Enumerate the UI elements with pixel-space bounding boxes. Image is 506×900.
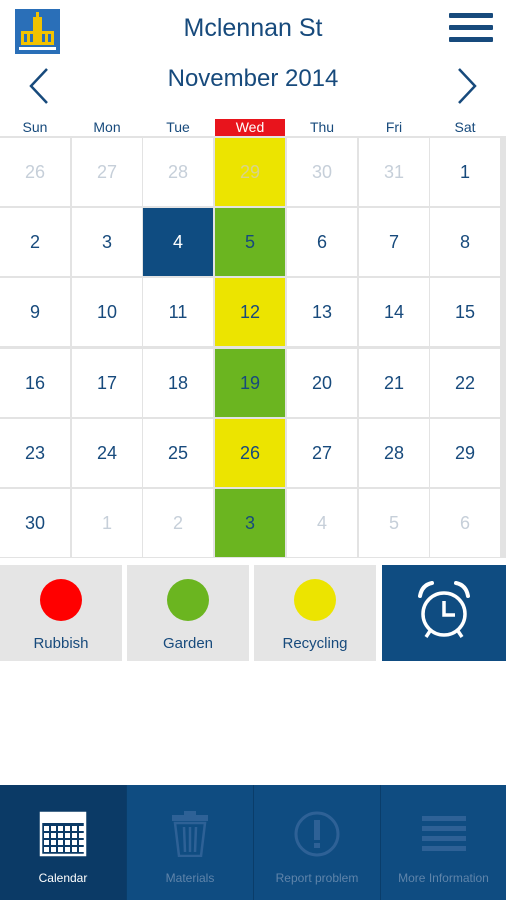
calendar-day-cell[interactable]: 31: [359, 138, 429, 206]
calendar-day-cell[interactable]: 28: [359, 419, 429, 487]
calendar-day-cell[interactable]: 30: [0, 489, 70, 557]
calendar-day-cell[interactable]: 22: [430, 349, 500, 417]
calendar-day-cell[interactable]: 20: [287, 349, 357, 417]
calendar-day-cell[interactable]: 26: [0, 138, 70, 206]
street-name: Mclennan St: [183, 14, 323, 42]
weekday-label-fri: Fri: [385, 119, 403, 135]
header-bar: Mclennan St: [0, 0, 506, 62]
weekday-label-sun: Sun: [22, 119, 48, 135]
calendar-icon: [39, 811, 87, 857]
calendar-day-cell[interactable]: 4: [143, 208, 213, 276]
garden-color-dot-icon: [167, 579, 209, 621]
legend-label: Rubbish: [33, 635, 89, 652]
month-navigator: November 2014: [0, 62, 506, 114]
bottom-tab-bar: Calendar Materials Report problem More Info…: [0, 785, 506, 900]
calendar-day-cell[interactable]: 2: [143, 489, 213, 557]
calendar-day-cell[interactable]: 16: [0, 349, 70, 417]
tab-report-problem[interactable]: Report problem: [254, 785, 381, 900]
tab-calendar[interactable]: Calendar: [0, 785, 127, 900]
calendar-day-cell[interactable]: 7: [359, 208, 429, 276]
calendar-day-cell[interactable]: 15: [430, 278, 500, 346]
tab-more-information[interactable]: More Information: [381, 785, 506, 900]
collection-legend: Rubbish Garden Recycling: [0, 565, 506, 661]
calendar-day-cell[interactable]: 6: [430, 489, 500, 557]
calendar-day-cell[interactable]: 24: [72, 419, 142, 487]
tab-label: Materials: [165, 871, 215, 885]
tab-label: Calendar: [38, 871, 88, 885]
calendar-day-cell[interactable]: 1: [72, 489, 142, 557]
rubbish-color-dot-icon: [40, 579, 82, 621]
list-icon: [420, 811, 468, 857]
calendar-day-cell[interactable]: 1: [430, 138, 500, 206]
calendar-day-cell[interactable]: 13: [287, 278, 357, 346]
legend-garden[interactable]: Garden: [127, 565, 249, 661]
month-title: November 2014: [167, 65, 339, 92]
calendar-day-cell[interactable]: 25: [143, 419, 213, 487]
calendar-day-cell[interactable]: 4: [287, 489, 357, 557]
calendar-day-cell[interactable]: 5: [359, 489, 429, 557]
calendar-day-cell[interactable]: 27: [72, 138, 142, 206]
calendar-day-cell[interactable]: 11: [143, 278, 213, 346]
calendar-day-cell[interactable]: 23: [0, 419, 70, 487]
reminder-alarm-button[interactable]: [382, 565, 506, 661]
calendar-day-cell[interactable]: 5: [215, 208, 285, 276]
calendar-day-cell[interactable]: 8: [430, 208, 500, 276]
calendar-day-cell[interactable]: 6: [287, 208, 357, 276]
legend-label: Recycling: [282, 635, 348, 652]
calendar-grid: 26 27 28 29 30 31 1 2 3 4 5 6 7 8 9 10 11 12 13 14 15 16 17 18 1…: [0, 136, 506, 558]
calendar-day-cell[interactable]: 14: [359, 278, 429, 346]
weekday-label-mon: Mon: [93, 119, 121, 135]
calendar-day-cell[interactable]: 2: [0, 208, 70, 276]
tab-label: More Information: [398, 871, 489, 885]
weekday-label-tue: Tue: [166, 119, 190, 135]
recycling-color-dot-icon: [294, 579, 336, 621]
calendar-day-cell[interactable]: 19: [215, 349, 285, 417]
calendar-day-cell[interactable]: 12: [215, 278, 285, 346]
legend-recycling[interactable]: Recycling: [254, 565, 376, 661]
calendar-day-cell[interactable]: 3: [72, 208, 142, 276]
calendar-day-cell[interactable]: 26: [215, 419, 285, 487]
weekday-label-wed: Wed: [215, 119, 285, 136]
calendar-day-cell[interactable]: 10: [72, 278, 142, 346]
calendar-day-cell[interactable]: 30: [287, 138, 357, 206]
tab-materials[interactable]: Materials: [127, 785, 254, 900]
alarm-clock-icon: [418, 581, 470, 638]
calendar-day-cell[interactable]: 28: [143, 138, 213, 206]
calendar-day-cell[interactable]: 18: [143, 349, 213, 417]
legend-rubbish[interactable]: Rubbish: [0, 565, 122, 661]
legend-label: Garden: [162, 635, 214, 652]
calendar-day-cell[interactable]: 27: [287, 419, 357, 487]
next-month-icon[interactable]: [454, 66, 480, 106]
calendar-day-cell[interactable]: 21: [359, 349, 429, 417]
weekday-label-sat: Sat: [454, 119, 476, 135]
exclamation-icon: [293, 811, 341, 857]
tab-label: Report problem: [275, 871, 359, 885]
weekday-header: Sun Mon Tue Wed Thu Fri Sat: [0, 119, 506, 136]
weekday-label-thu: Thu: [309, 119, 335, 135]
calendar-day-cell[interactable]: 3: [215, 489, 285, 557]
trash-bin-icon: [166, 811, 214, 858]
hamburger-menu-icon[interactable]: [449, 13, 493, 51]
calendar-day-cell[interactable]: 17: [72, 349, 142, 417]
calendar-day-cell[interactable]: 9: [0, 278, 70, 346]
calendar-day-cell[interactable]: 29: [430, 419, 500, 487]
calendar-day-cell[interactable]: 29: [215, 138, 285, 206]
